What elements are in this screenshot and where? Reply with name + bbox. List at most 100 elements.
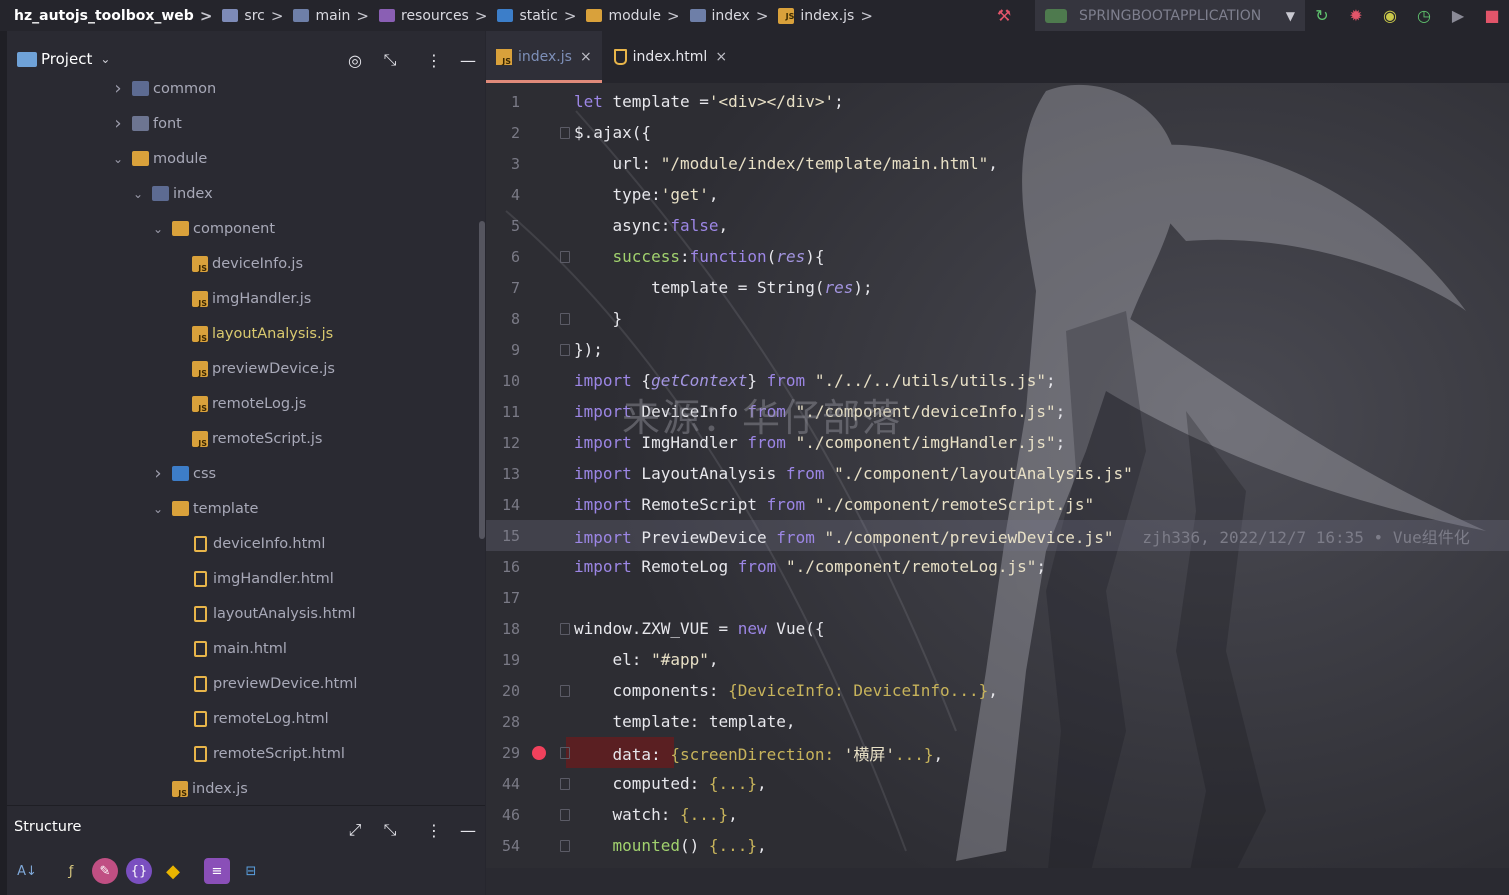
scrollbar[interactable] bbox=[479, 221, 485, 539]
tree-item[interactable]: main.html bbox=[170, 631, 287, 666]
code-line[interactable]: 8 } bbox=[486, 303, 1509, 334]
coverage-icon[interactable]: ◉ bbox=[1373, 0, 1407, 31]
breadcrumb-item[interactable]: module > bbox=[582, 0, 685, 31]
fold-icon[interactable] bbox=[560, 840, 570, 852]
breadcrumb-item[interactable]: src > bbox=[218, 0, 289, 31]
code-line[interactable]: 2 $.ajax({ bbox=[486, 117, 1509, 148]
tab-index-js[interactable]: index.js × bbox=[486, 31, 602, 83]
line-number[interactable]: 6 bbox=[486, 248, 520, 266]
locate-target-icon[interactable]: ◎ bbox=[344, 49, 366, 71]
fold-icon[interactable] bbox=[560, 127, 570, 139]
tree-item[interactable]: ⌄ component bbox=[150, 211, 275, 246]
code-line[interactable]: 6 success:function(res){ bbox=[486, 241, 1509, 272]
line-number[interactable]: 29 bbox=[486, 744, 520, 762]
close-icon[interactable]: × bbox=[715, 49, 727, 65]
chevron-right-icon[interactable]: › bbox=[150, 463, 166, 484]
code-line[interactable]: 15 import PreviewDevice from "./component… bbox=[486, 520, 1509, 551]
code-line[interactable]: 20 components: {DeviceInfo: DeviceInfo..… bbox=[486, 675, 1509, 706]
tree-item[interactable]: › css bbox=[150, 456, 216, 491]
options-more-icon[interactable]: ⋮ bbox=[423, 819, 445, 841]
tree-item[interactable]: › font bbox=[110, 106, 181, 141]
hide-panel-icon[interactable]: — bbox=[457, 49, 479, 71]
tree-item[interactable]: layoutAnalysis.html bbox=[170, 596, 356, 631]
line-number[interactable]: 9 bbox=[486, 341, 520, 359]
run-configuration-select[interactable]: SPRINGBOOTAPPLICATION ▼ bbox=[1035, 0, 1305, 31]
fold-icon[interactable] bbox=[560, 778, 570, 790]
tree-item[interactable]: imgHandler.html bbox=[170, 561, 334, 596]
rerun-icon[interactable]: ↻ bbox=[1305, 0, 1339, 31]
line-number[interactable]: 2 bbox=[486, 124, 520, 142]
collapse-all-icon[interactable]: ⤡ bbox=[379, 49, 401, 71]
line-number[interactable]: 16 bbox=[486, 558, 520, 576]
code-line[interactable]: 13 import LayoutAnalysis from "./componen… bbox=[486, 458, 1509, 489]
line-number[interactable]: 1 bbox=[486, 93, 520, 111]
code-line[interactable]: 3 url: "/module/index/template/main.html… bbox=[486, 148, 1509, 179]
code-line[interactable]: 5 async:false, bbox=[486, 210, 1509, 241]
breadcrumb-item[interactable]: static > bbox=[493, 0, 582, 31]
options-more-icon[interactable]: ⋮ bbox=[423, 49, 445, 71]
tree-item[interactable]: › common bbox=[110, 71, 216, 106]
navigate-icon[interactable]: ⊟ bbox=[238, 858, 264, 884]
expand-all-icon[interactable]: ⤢ bbox=[344, 819, 366, 841]
collapse-all-icon[interactable]: ⤡ bbox=[379, 819, 401, 841]
fold-icon[interactable] bbox=[560, 747, 570, 759]
tree-item[interactable]: deviceInfo.js bbox=[170, 246, 303, 281]
line-number[interactable]: 7 bbox=[486, 279, 520, 297]
code-line[interactable]: 18 window.ZXW_VUE = new Vue({ bbox=[486, 613, 1509, 644]
fold-icon[interactable] bbox=[560, 251, 570, 263]
line-number[interactable]: 19 bbox=[486, 651, 520, 669]
fold-icon[interactable] bbox=[560, 809, 570, 821]
line-number[interactable]: 14 bbox=[486, 496, 520, 514]
tree-item[interactable]: remoteLog.html bbox=[170, 701, 329, 736]
chevron-right-icon[interactable]: › bbox=[110, 113, 126, 134]
chevron-right-icon[interactable]: › bbox=[110, 78, 126, 99]
tree-item[interactable]: ⌄ module bbox=[110, 141, 207, 176]
profile-icon[interactable]: ◷ bbox=[1407, 0, 1441, 31]
line-number[interactable]: 46 bbox=[486, 806, 520, 824]
line-number[interactable]: 3 bbox=[486, 155, 520, 173]
line-number[interactable]: 13 bbox=[486, 465, 520, 483]
chevron-down-icon[interactable]: ⌄ bbox=[110, 152, 126, 166]
show-fields-icon[interactable]: ◆ bbox=[160, 858, 186, 884]
tree-item[interactable]: ⌄ index bbox=[130, 176, 213, 211]
tree-item[interactable]: deviceInfo.html bbox=[170, 526, 325, 561]
line-number[interactable]: 12 bbox=[486, 434, 520, 452]
code-line[interactable]: 14 import RemoteScript from "./component/… bbox=[486, 489, 1509, 520]
code-line[interactable]: 46 watch: {...}, bbox=[486, 799, 1509, 830]
tree-item[interactable]: remoteLog.js bbox=[170, 386, 306, 421]
line-number[interactable]: 28 bbox=[486, 713, 520, 731]
chevron-down-icon[interactable]: ⌄ bbox=[150, 502, 166, 516]
code-line[interactable]: 54 mounted() {...}, bbox=[486, 830, 1509, 861]
code-line[interactable]: 1 let template ='<div></div>'; bbox=[486, 86, 1509, 117]
breadcrumb-item[interactable]: index > bbox=[686, 0, 775, 31]
fold-icon[interactable] bbox=[560, 685, 570, 697]
line-number[interactable]: 10 bbox=[486, 372, 520, 390]
tree-item[interactable]: ⌄ template bbox=[150, 491, 259, 526]
line-number[interactable]: 17 bbox=[486, 589, 520, 607]
project-view-selector[interactable]: Project ⌄ bbox=[17, 50, 110, 68]
chevron-down-icon[interactable]: ⌄ bbox=[130, 187, 146, 201]
code-line[interactable]: 44 computed: {...}, bbox=[486, 768, 1509, 799]
sort-by-type-icon[interactable]: ƒ bbox=[58, 858, 84, 884]
code-line[interactable]: 17 bbox=[486, 582, 1509, 613]
hide-panel-icon[interactable]: — bbox=[457, 819, 479, 841]
tree-item[interactable]: index.js bbox=[150, 771, 248, 806]
show-inherited-icon[interactable]: ≡ bbox=[204, 858, 230, 884]
line-number[interactable]: 20 bbox=[486, 682, 520, 700]
stop-icon[interactable]: ■ bbox=[1475, 0, 1509, 31]
line-number[interactable]: 54 bbox=[486, 837, 520, 855]
line-number[interactable]: 8 bbox=[486, 310, 520, 328]
tree-item[interactable]: remoteScript.js bbox=[170, 421, 322, 456]
tree-item[interactable]: previewDevice.html bbox=[170, 666, 357, 701]
line-number[interactable]: 18 bbox=[486, 620, 520, 638]
fold-icon[interactable] bbox=[560, 344, 570, 356]
line-number[interactable]: 15 bbox=[486, 527, 520, 545]
show-tags-icon[interactable]: ✎ bbox=[92, 858, 118, 884]
code-line[interactable]: 19 el: "#app", bbox=[486, 644, 1509, 675]
chevron-down-icon[interactable]: ⌄ bbox=[150, 222, 166, 236]
line-number[interactable]: 4 bbox=[486, 186, 520, 204]
line-number[interactable]: 11 bbox=[486, 403, 520, 421]
sort-alphabetically-icon[interactable]: A↓ bbox=[14, 858, 40, 884]
breadcrumb-item[interactable]: JS index.js > bbox=[774, 0, 879, 31]
code-line[interactable]: 16 import RemoteLog from "./component/rem… bbox=[486, 551, 1509, 582]
